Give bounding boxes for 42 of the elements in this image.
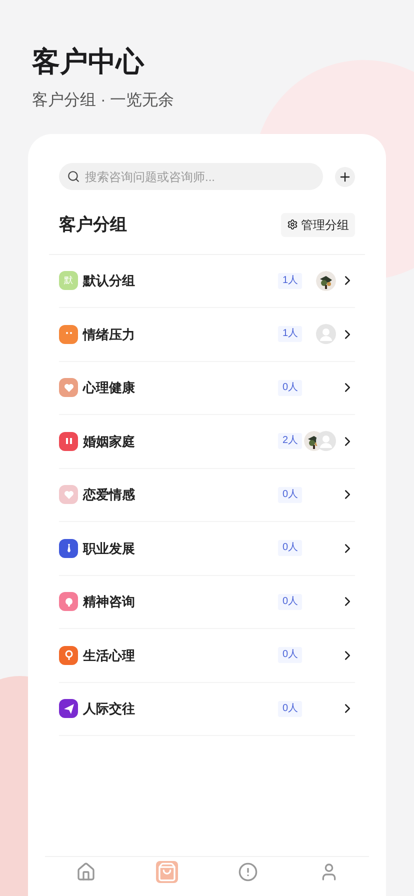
group-name: 情绪压力 — [83, 326, 136, 344]
alert-icon[interactable] — [236, 861, 258, 883]
group-row[interactable]: 生活心理 0人 — [59, 629, 355, 682]
group-name: 生活心理 — [83, 646, 136, 664]
group-row[interactable]: 职业发展 0人 — [59, 522, 355, 576]
group-row[interactable]: 恋爱情感 0人 — [59, 468, 355, 522]
group-row[interactable]: 默 默认分组 1人 — [59, 254, 355, 308]
member-count: 0人 — [278, 594, 302, 610]
member-count: 0人 — [278, 700, 302, 717]
group-row[interactable]: 心理健康 0人 — [59, 362, 355, 415]
plus-icon — [338, 170, 352, 184]
manage-groups-button[interactable]: 管理分组 — [281, 212, 355, 237]
group-name: 人际交往 — [83, 700, 136, 718]
group-name: 心理健康 — [83, 379, 136, 397]
home-icon[interactable] — [74, 861, 96, 883]
group-name: 恋爱情感 — [83, 486, 136, 504]
gear-icon — [287, 219, 298, 230]
group-icon: 默 — [59, 271, 78, 290]
member-count: 0人 — [278, 380, 302, 396]
group-row[interactable]: 婚姻家庭 2人 — [59, 415, 355, 468]
member-count: 1人 — [278, 326, 302, 342]
search-icon — [67, 170, 80, 183]
group-name: 精神咨询 — [83, 593, 136, 611]
group-name: 婚姻家庭 — [83, 432, 136, 450]
section-title: 客户分组 — [59, 214, 127, 236]
page-subtitle: 客户分组 · 一览无余 — [32, 90, 176, 111]
member-count: 0人 — [278, 540, 302, 556]
group-name: 职业发展 — [83, 540, 136, 558]
page-title: 客户中心 — [32, 45, 146, 79]
bag-icon[interactable] — [156, 861, 178, 883]
add-button[interactable] — [335, 166, 355, 186]
group-row[interactable]: 精神咨询 0人 — [59, 576, 355, 629]
avatar-placeholder-icon — [316, 324, 336, 344]
group-row[interactable]: 情绪压力 1人 — [59, 308, 355, 362]
group-name: 默认分组 — [83, 272, 136, 290]
member-count: 1人 — [278, 272, 302, 289]
member-count: 2人 — [278, 433, 302, 450]
member-count: 0人 — [278, 647, 302, 664]
group-row[interactable]: 人际交往 0人 — [59, 682, 355, 736]
search-field[interactable]: 搜索咨询问题或咨询师... — [59, 163, 323, 190]
avatar-placeholder-icon — [316, 431, 336, 452]
member-count: 0人 — [278, 486, 302, 503]
